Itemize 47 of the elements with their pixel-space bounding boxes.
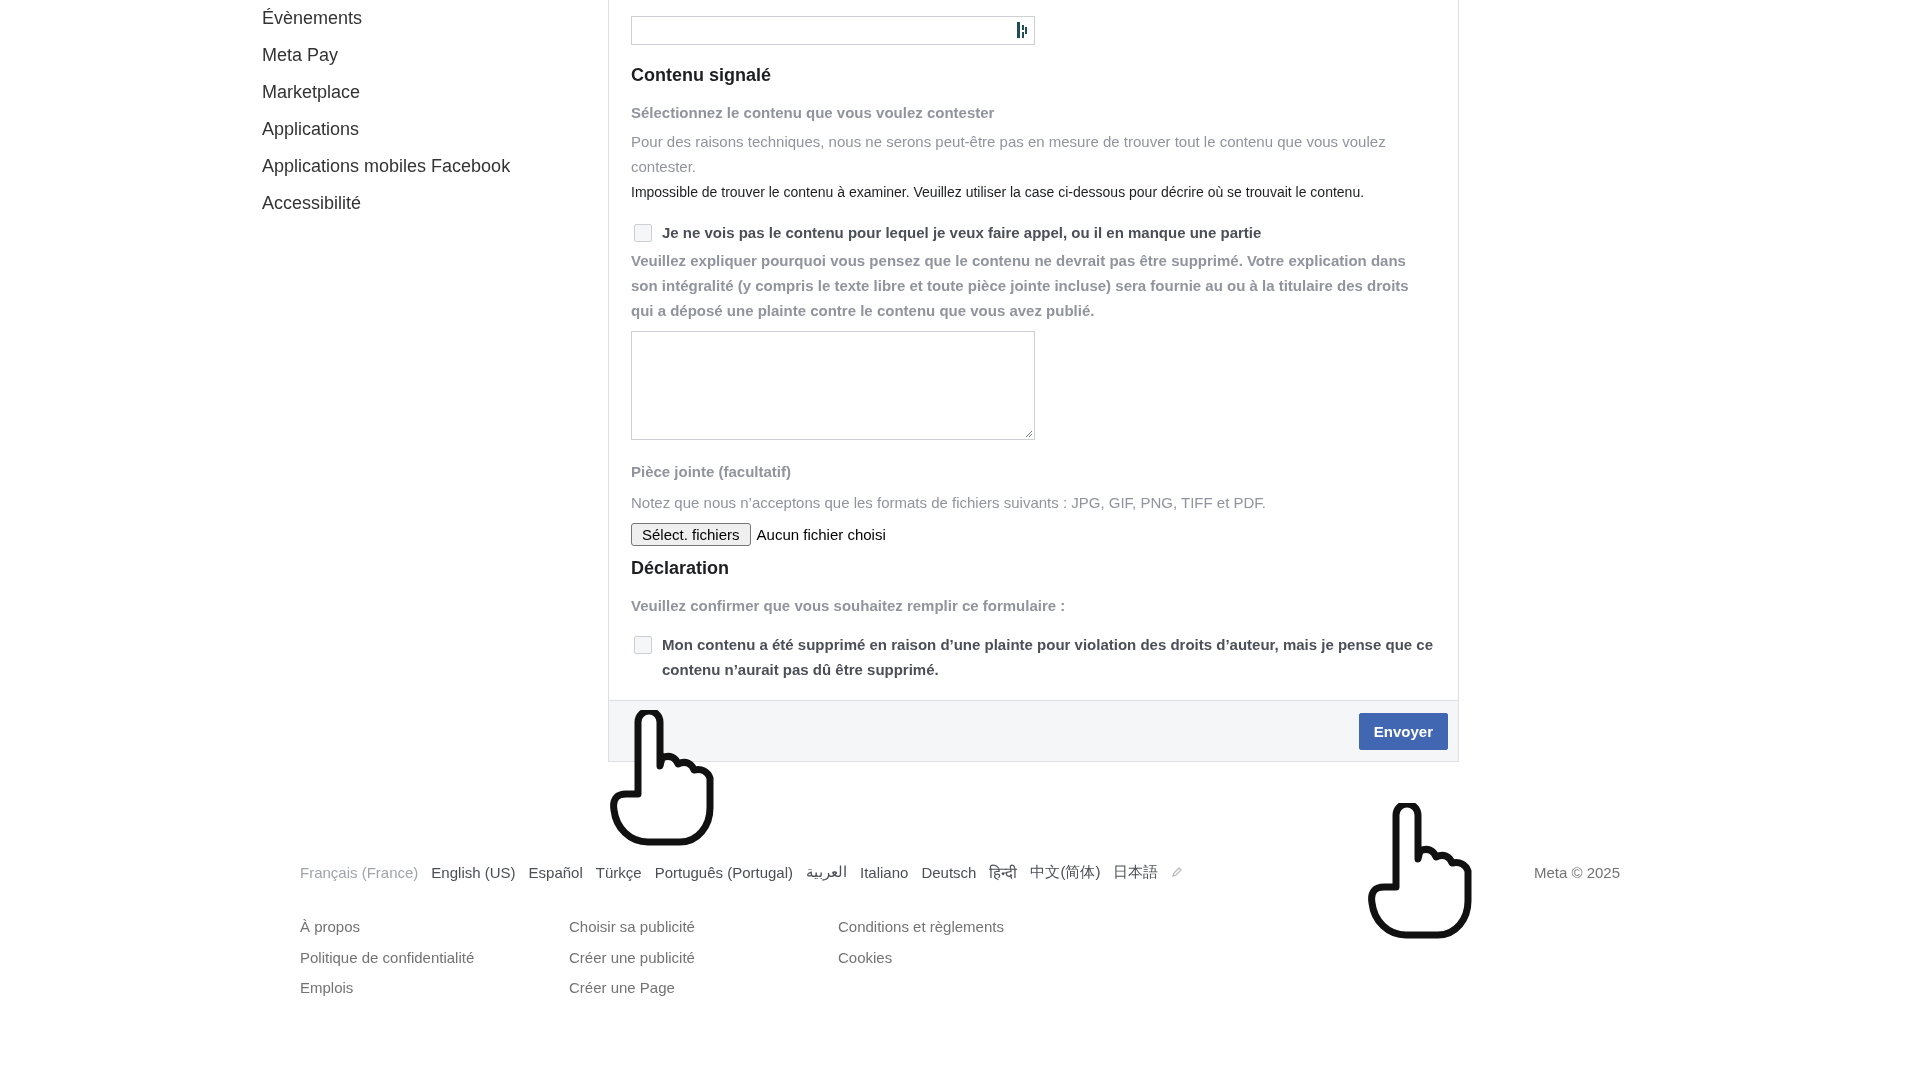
footer-link[interactable]: Politique de confidentialité (300, 942, 569, 973)
bars-icon (1016, 22, 1028, 38)
text-area[interactable] (631, 331, 1035, 440)
help-text: Notez que nous n’acceptons que les formats de fichiers suivants : JPG, GIF, PNG, TIFF et PDF. (631, 493, 1267, 513)
submit-button[interactable]: Envoyer (1358, 712, 1448, 750)
language-link[interactable]: English (US) (431, 863, 516, 881)
footer-link[interactable]: Créer une Page (569, 973, 838, 1004)
file-status: Aucun fichier choisi (756, 526, 886, 543)
language-link[interactable]: Español (528, 863, 583, 881)
sidebar-link[interactable]: Évènements (262, 0, 608, 37)
sidebar-link[interactable]: Meta Pay (262, 37, 608, 74)
language-link[interactable]: Português (Portugal) (654, 863, 794, 881)
checkbox[interactable] (634, 223, 652, 242)
language-link[interactable]: हिन्दी (989, 862, 1018, 882)
notice-text: Impossible de trouver le contenu à examiner. Veuillez utiliser la case ci-dessous pour décrire où se trouvait le contenu. (631, 183, 1366, 202)
language-link[interactable]: 中文(简体) (1030, 862, 1101, 882)
field-label: Pièce jointe (facultatif) (631, 462, 793, 482)
field-label: Sélectionnez le contenu que vous voulez contester (631, 103, 996, 123)
checkbox-label: Mon contenu a été supprimé en raison d’une plainte pour violation des droits d’auteur, mais je pense que ce contenu n’aurait pas dû être supprimé. (662, 635, 1434, 680)
sidebar-link[interactable]: Applications mobiles Facebook (262, 148, 608, 185)
field-label: Veuillez confirmer que vous souhaitez remplir ce formulaire : (631, 596, 1067, 616)
hand-pointer-icon (1366, 803, 1474, 939)
copyright-text: Meta © 2025 (1533, 863, 1620, 881)
field-label: Veuillez expliquer pourquoi vous pensez que le contenu ne devrait pas être supprimé. Votre explication dans son intégralité (y compris le texte libre et toute pièce jointe incluse) sera fournie au ou à la titulaire des droits qui a déposé une plainte contre le contenu que vous avez publié. (631, 251, 1410, 321)
help-text: Pour des raisons techniques, nous ne serons peut-être pas en mesure de trouver tout le contenu que vous voulez contester. (631, 132, 1387, 177)
sidebar-link[interactable]: Marketplace (262, 74, 608, 111)
footer-link[interactable]: Choisir sa publicité (569, 912, 838, 943)
email-field[interactable] (631, 16, 1035, 45)
sidebar-link[interactable]: Accessibilité (262, 185, 608, 222)
footer-link[interactable]: Emplois (300, 973, 569, 1004)
checkbox[interactable] (634, 636, 652, 654)
footer-link[interactable]: Conditions et règlements (838, 912, 1107, 943)
resize-grip-icon (1025, 430, 1033, 438)
language-link[interactable]: 日本語 (1113, 862, 1159, 882)
choose-files-button[interactable]: Sélect. fichiers (631, 523, 751, 546)
language-link[interactable]: Türkçe (595, 863, 642, 881)
language-link[interactable]: Italiano (860, 863, 909, 881)
checkbox-label: Je ne vois pas le contenu pour lequel je veux faire appel, ou il en manque une partie (662, 223, 1263, 243)
section-title: Déclaration (631, 557, 731, 580)
sidebar-link[interactable]: Applications (262, 111, 608, 148)
footer-link[interactable]: À propos (300, 912, 569, 943)
footer-link[interactable]: Créer une publicité (569, 942, 838, 973)
footer-link[interactable]: Cookies (838, 942, 1107, 973)
section-title: Contenu signalé (631, 64, 772, 87)
language-link[interactable]: العربية (806, 863, 848, 881)
language-link[interactable]: Deutsch (921, 863, 977, 881)
pencil-icon[interactable] (1171, 866, 1184, 878)
